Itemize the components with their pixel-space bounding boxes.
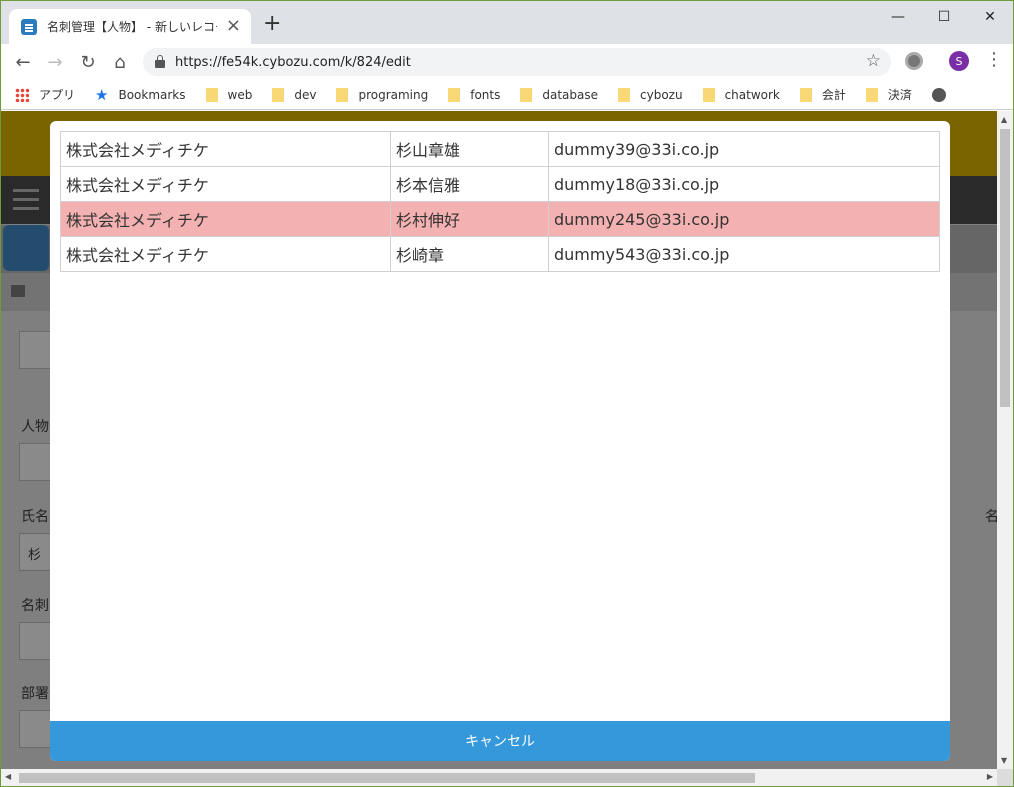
email-cell: dummy39@33i.co.jp xyxy=(548,131,940,167)
menu-icon xyxy=(13,189,39,211)
folder-icon xyxy=(702,87,715,102)
email-cell: dummy18@33i.co.jp xyxy=(548,166,940,202)
folder-icon xyxy=(520,87,533,102)
browser-menu-icon[interactable]: ⋮ xyxy=(985,50,1003,70)
table-row[interactable]: 株式会社メディチケ 杉本信雅 dummy18@33i.co.jp xyxy=(60,166,940,202)
close-tab-icon[interactable]: × xyxy=(226,17,241,35)
app-list-icon xyxy=(3,225,49,271)
apps-grid-icon xyxy=(15,87,29,102)
new-tab-icon[interactable]: + xyxy=(263,13,281,35)
browser-toolbar: ← → ↻ ⌂ https://fe54k.cybozu.com/k/824/e… xyxy=(1,44,1013,80)
lookup-dialog: 株式会社メディチケ 杉山章雄 dummy39@33i.co.jp 株式会社メディ… xyxy=(50,121,950,761)
field-label-department: 部署 xyxy=(21,686,49,702)
bookmark-bookmarks[interactable]: ★ Bookmarks xyxy=(95,86,186,104)
globe-icon xyxy=(931,87,946,102)
list-app-icon xyxy=(21,18,37,35)
reload-icon[interactable]: ↻ xyxy=(76,50,100,74)
lock-icon xyxy=(155,55,165,68)
folder-icon xyxy=(272,87,285,102)
home-icon[interactable]: ⌂ xyxy=(108,50,132,74)
title-bar: 名刺管理【人物】 - 新しいレコード × + — ☐ ✕ xyxy=(1,1,1013,44)
folder-icon xyxy=(448,87,461,102)
back-icon[interactable]: ← xyxy=(11,50,35,74)
star-icon: ★ xyxy=(95,85,109,104)
person-name-cell: 杉村伸好 xyxy=(390,201,549,237)
folder-icon xyxy=(865,87,878,102)
bookmarks-bar: アプリ ★ Bookmarks web dev programing fonts… xyxy=(1,80,1013,110)
scrollbar-corner xyxy=(997,769,1013,786)
scroll-left-icon[interactable]: ◀ xyxy=(5,772,11,781)
cancel-button[interactable]: キャンセル xyxy=(50,721,950,761)
bookmark-globe[interactable] xyxy=(931,87,946,102)
home-icon xyxy=(11,285,25,297)
company-cell: 株式会社メディチケ xyxy=(60,236,391,272)
lookup-results-table: 株式会社メディチケ 杉山章雄 dummy39@33i.co.jp 株式会社メディ… xyxy=(60,131,940,272)
vertical-scrollbar[interactable]: ▲ ▼ xyxy=(997,111,1013,769)
bookmark-folder-cybozu[interactable]: cybozu xyxy=(618,87,683,102)
scroll-right-icon[interactable]: ▶ xyxy=(987,772,993,781)
forward-icon[interactable]: → xyxy=(43,50,67,74)
field-label-card: 名刺 xyxy=(21,598,49,614)
folder-icon xyxy=(799,87,812,102)
tab-title: 名刺管理【人物】 - 新しいレコード xyxy=(47,20,217,34)
bookmark-folder-dev[interactable]: dev xyxy=(272,87,316,102)
url-text: https://fe54k.cybozu.com/k/824/edit xyxy=(175,54,411,70)
bookmark-apps[interactable]: アプリ xyxy=(15,86,75,103)
bookmark-folder-accounting[interactable]: 会計 xyxy=(799,86,846,103)
profile-avatar[interactable]: S xyxy=(949,51,969,71)
company-cell: 株式会社メディチケ xyxy=(60,131,391,167)
table-row[interactable]: 株式会社メディチケ 杉山章雄 dummy39@33i.co.jp xyxy=(60,131,940,167)
folder-icon xyxy=(336,87,349,102)
scroll-up-icon[interactable]: ▲ xyxy=(1001,115,1007,124)
bookmark-folder-payment[interactable]: 決済 xyxy=(865,86,912,103)
table-row[interactable]: 株式会社メディチケ 杉崎章 dummy543@33i.co.jp xyxy=(60,236,940,272)
folder-icon xyxy=(205,87,218,102)
field-label-name: 氏名 xyxy=(21,509,49,525)
folder-icon xyxy=(618,87,631,102)
company-cell: 株式会社メディチケ xyxy=(60,166,391,202)
bookmark-folder-programing[interactable]: programing xyxy=(336,87,428,102)
browser-window: 名刺管理【人物】 - 新しいレコード × + — ☐ ✕ ← → ↻ ⌂ htt… xyxy=(0,0,1014,787)
bookmark-folder-fonts[interactable]: fonts xyxy=(448,87,500,102)
window-controls: — ☐ ✕ xyxy=(875,1,1013,33)
email-cell: dummy245@33i.co.jp xyxy=(548,201,940,237)
field-label-person: 人物 xyxy=(21,419,49,435)
browser-tab[interactable]: 名刺管理【人物】 - 新しいレコード × xyxy=(9,9,251,44)
vertical-scroll-thumb[interactable] xyxy=(1000,129,1010,407)
maximize-icon[interactable]: ☐ xyxy=(921,1,967,33)
horizontal-scrollbar[interactable]: ◀ ▶ xyxy=(1,769,997,786)
bookmark-star-icon[interactable]: ☆ xyxy=(866,51,881,71)
scroll-down-icon[interactable]: ▼ xyxy=(1001,756,1007,765)
person-name-cell: 杉崎章 xyxy=(390,236,549,272)
table-row-selected[interactable]: 株式会社メディチケ 杉村伸好 dummy245@33i.co.jp xyxy=(60,201,940,237)
email-cell: dummy543@33i.co.jp xyxy=(548,236,940,272)
close-window-icon[interactable]: ✕ xyxy=(967,1,1013,33)
address-bar[interactable]: https://fe54k.cybozu.com/k/824/edit ☆ xyxy=(143,48,891,76)
person-name-cell: 杉本信雅 xyxy=(390,166,549,202)
bookmark-folder-chatwork[interactable]: chatwork xyxy=(702,87,780,102)
extension-icon[interactable] xyxy=(905,52,923,70)
field-label-right: 名 xyxy=(985,506,997,526)
company-cell: 株式会社メディチケ xyxy=(60,201,391,237)
horizontal-scroll-thumb[interactable] xyxy=(19,773,755,783)
minimize-icon[interactable]: — xyxy=(875,1,921,33)
bookmark-folder-web[interactable]: web xyxy=(205,87,252,102)
bookmark-folder-database[interactable]: database xyxy=(520,87,598,102)
person-name-cell: 杉山章雄 xyxy=(390,131,549,167)
